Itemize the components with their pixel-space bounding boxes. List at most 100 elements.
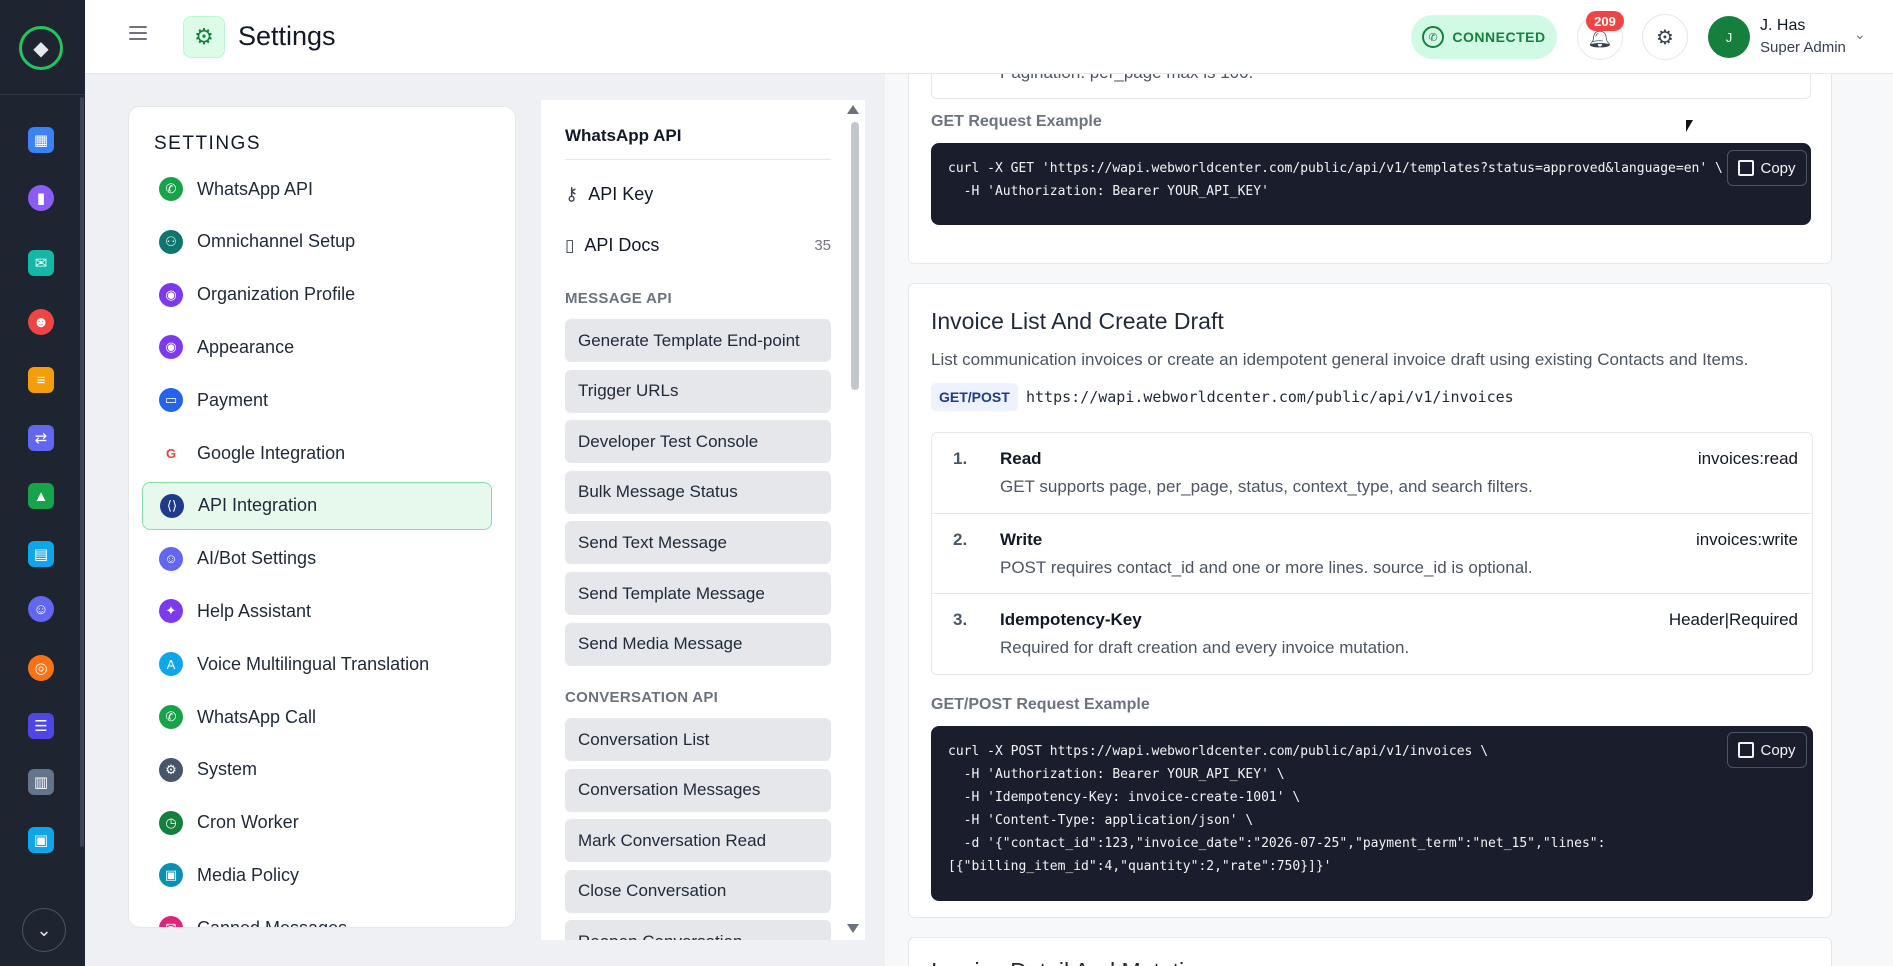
copy-icon — [1738, 160, 1755, 176]
sidebar-item-label: Canned Messages — [197, 917, 348, 928]
message-api-heading: MESSAGE API — [565, 290, 672, 307]
endpoint-card-invoices: Invoice List And Create Draft List commu… — [908, 283, 1832, 918]
chat-icon[interactable]: ✉ — [28, 250, 54, 276]
sidebar-item-api-integration[interactable]: ⟨⟩ API Integration — [142, 481, 492, 530]
contacts-icon[interactable]: ☻ — [28, 309, 54, 335]
sidebar-item-label: Payment — [197, 389, 269, 410]
sidebar-item-google-integration[interactable]: G Google Integration — [142, 429, 492, 477]
card-icon: ▭ — [159, 388, 183, 413]
endpoint-url[interactable]: https://wapi.webworldcenter.com/public/a… — [1026, 388, 1514, 406]
store-icon[interactable]: ▣ — [28, 827, 54, 853]
api-nav-item-mark-conversation-read[interactable]: Mark Conversation Read — [565, 819, 831, 863]
api-docs-link[interactable]: ▯ API Docs 35 — [565, 235, 831, 256]
api-nav-item-send-template-message[interactable]: Send Template Message — [565, 572, 831, 615]
whatsapp-icon: ✆ — [159, 177, 183, 201]
forms-icon[interactable]: ☰ — [28, 713, 54, 739]
sidebar-item-payment[interactable]: ▭ Payment — [142, 376, 492, 424]
param-table: 1. Read GET supports page, per_page, sta… — [931, 432, 1813, 675]
conversation-api-heading: CONVERSATION API — [565, 689, 719, 706]
avatar[interactable]: J — [1708, 16, 1750, 58]
copy-button[interactable]: Copy — [1727, 732, 1807, 768]
scroll-up-arrow-icon[interactable] — [847, 105, 859, 114]
post-example-code[interactable]: curl -X POST https://wapi.webworldcenter… — [931, 726, 1813, 901]
row-description: POST requires contact_id and one or more… — [1000, 558, 1533, 577]
sidebar-item-help-assistant[interactable]: ✦ Help Assistant — [142, 587, 492, 635]
menu-toggle-icon[interactable] — [129, 26, 147, 40]
sidebar-item-organization-profile[interactable]: ◉ Organization Profile — [142, 271, 492, 319]
sidebar-item-voice-multilingual-translation[interactable]: A Voice Multilingual Translation — [142, 640, 492, 688]
settings-button[interactable]: ⚙ — [1642, 14, 1688, 60]
message-icon: ✉ — [159, 916, 183, 927]
api-nav-item-send-media-message[interactable]: Send Media Message — [565, 622, 831, 666]
api-nav-item-trigger-urls[interactable]: Trigger URLs — [565, 369, 831, 413]
sidebar-item-ai-bot-settings[interactable]: ☺ AI/Bot Settings — [142, 535, 492, 583]
sidebar-item-whatsapp-api[interactable]: ✆ WhatsApp API — [142, 165, 492, 213]
row-number: 1. — [953, 449, 968, 468]
copy-label: Copy — [1760, 159, 1796, 177]
dashboard-icon[interactable]: ▦ — [28, 127, 54, 153]
calendar-icon[interactable]: ▤ — [28, 541, 54, 567]
settings-heading: SETTINGS — [154, 133, 262, 154]
endpoint-description: List communication invoices or create an… — [931, 350, 1749, 369]
invoice-icon[interactable]: ▥ — [28, 769, 54, 795]
sidebar-item-canned-messages[interactable]: ✉ Canned Messages — [142, 904, 492, 928]
sidebar-item-cron-worker[interactable]: ◷ Cron Worker — [142, 799, 492, 847]
connection-status-badge[interactable]: ✆ CONNECTED — [1411, 15, 1557, 59]
endpoint-card-templates: Pagination. per_page max is 100. GET Req… — [908, 74, 1832, 264]
whatsapp-icon: ✆ — [1422, 26, 1445, 48]
lock-shop-icon[interactable]: ▲ — [28, 483, 54, 509]
api-nav-scrollbar[interactable] — [851, 122, 859, 390]
get-example-code[interactable]: curl -X GET 'https://wapi.webworldcenter… — [931, 143, 1811, 225]
sidebar-item-label: Organization Profile — [197, 284, 356, 305]
row-description: Required for draft creation and every in… — [1000, 638, 1410, 657]
target-icon[interactable]: ◎ — [28, 655, 54, 681]
endpoint-card-invoice-detail: Invoice Detail And Mutation — [908, 937, 1832, 966]
sidebar-item-label: System — [197, 759, 258, 780]
api-nav-item-conversation-list[interactable]: Conversation List — [565, 718, 831, 761]
connection-status-label: CONNECTED — [1452, 29, 1546, 45]
translate-icon: A — [159, 652, 183, 677]
api-nav-item-close-conversation[interactable]: Close Conversation — [565, 869, 831, 913]
param-table-tail: Pagination. per_page max is 100. — [931, 74, 1811, 99]
table-row: 1. Read GET supports page, per_page, sta… — [932, 433, 1812, 514]
copy-button[interactable]: Copy — [1727, 150, 1807, 186]
api-nav-item-bulk-message-status[interactable]: Bulk Message Status — [565, 470, 831, 514]
google-icon: G — [159, 441, 183, 465]
sidebar-item-whatsapp-call[interactable]: ✆ WhatsApp Call — [142, 693, 492, 741]
api-nav-item-generate-template-end-point[interactable]: Generate Template End-point — [565, 319, 831, 362]
doc-icon: ▯ — [565, 235, 575, 255]
api-nav-item-conversation-messages[interactable]: Conversation Messages — [565, 768, 831, 812]
user-menu-chevron-icon[interactable]: ⌄ — [1854, 26, 1866, 43]
row-name: Idempotency-Key — [1000, 610, 1142, 629]
app-rail: ◆ ▦ ▮ ✉ ☻ ≡ ⇄ ▲ ▤ ☺ ◎ ☰ ▥ ▣ ⌄ — [0, 0, 85, 966]
copy-icon — [1738, 742, 1755, 758]
sidebar-item-media-policy[interactable]: ▣ Media Policy — [142, 851, 492, 899]
sidebar-item-label: WhatsApp API — [197, 178, 314, 199]
row-description: GET supports page, per_page, status, con… — [1000, 477, 1533, 496]
analytics-icon[interactable]: ▮ — [28, 185, 54, 211]
user-name[interactable]: J. Has — [1760, 17, 1805, 35]
palette-icon: ◉ — [159, 282, 183, 307]
app-logo[interactable]: ◆ — [19, 26, 63, 70]
sidebar-item-label: API Integration — [198, 495, 318, 516]
sidebar-item-label: AI/Bot Settings — [197, 548, 317, 569]
settings-sidebar: SETTINGS ✆ WhatsApp API ⚇ Omnichannel Setup… — [128, 106, 516, 928]
rail-scrollbar[interactable] — [80, 97, 84, 847]
get-example-label: GET Request Example — [931, 113, 1102, 130]
documents-icon[interactable]: ≡ — [28, 367, 54, 393]
rail-expand-chevron-icon[interactable]: ⌄ — [22, 908, 66, 952]
bot-icon[interactable]: ☺ — [28, 596, 54, 622]
sidebar-item-appearance[interactable]: ◉ Appearance — [142, 323, 492, 371]
flows-icon[interactable]: ⇄ — [28, 425, 54, 451]
api-nav-title: WhatsApp API — [565, 126, 682, 145]
api-nav-item-send-text-message[interactable]: Send Text Message — [565, 521, 831, 565]
sidebar-item-omnichannel-setup[interactable]: ⚇ Omnichannel Setup — [142, 218, 492, 266]
notification-count-badge: 209 — [1586, 11, 1624, 31]
scroll-down-arrow-icon[interactable] — [847, 924, 859, 933]
palette-icon: ◉ — [159, 335, 183, 360]
api-nav-item-reopen-conversation[interactable]: Reopen Conversation — [565, 920, 831, 940]
api-key-link[interactable]: ⚷ API Key — [565, 184, 831, 205]
code-icon: ⟨⟩ — [160, 493, 184, 518]
sidebar-item-system[interactable]: ⚙ System — [142, 746, 492, 794]
api-nav-item-developer-test-console[interactable]: Developer Test Console — [565, 420, 831, 464]
